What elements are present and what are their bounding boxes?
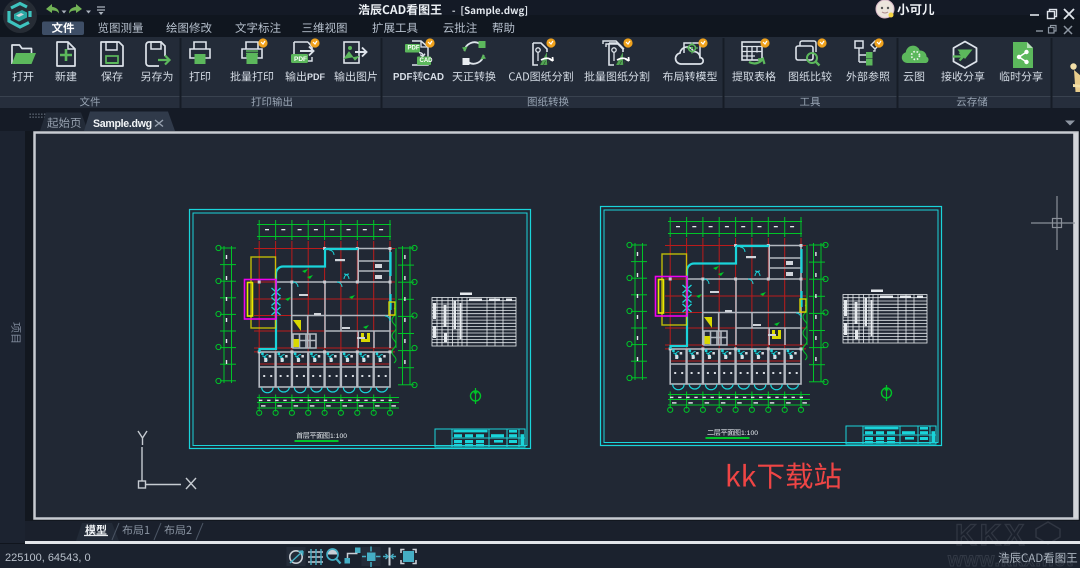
svg-text:PDF: PDF — [294, 56, 307, 63]
svg-text:PDF: PDF — [307, 72, 326, 82]
svg-text:PDF: PDF — [408, 46, 420, 52]
svg-text:CAD: CAD — [420, 58, 434, 64]
svg-text:www.kkx.net: www.kkx.net — [947, 550, 1073, 568]
svg-text:1:100: 1:100 — [741, 430, 758, 437]
svg-text:KKX: KKX — [955, 519, 1027, 552]
svg-text:1:100: 1:100 — [330, 433, 347, 440]
svg-text:CAD: CAD — [423, 72, 444, 83]
svg-text:225100, 64543, 0: 225100, 64543, 0 — [5, 552, 91, 564]
svg-text:PDF: PDF — [393, 72, 412, 83]
svg-text:Sample.dwg: Sample.dwg — [93, 118, 152, 130]
